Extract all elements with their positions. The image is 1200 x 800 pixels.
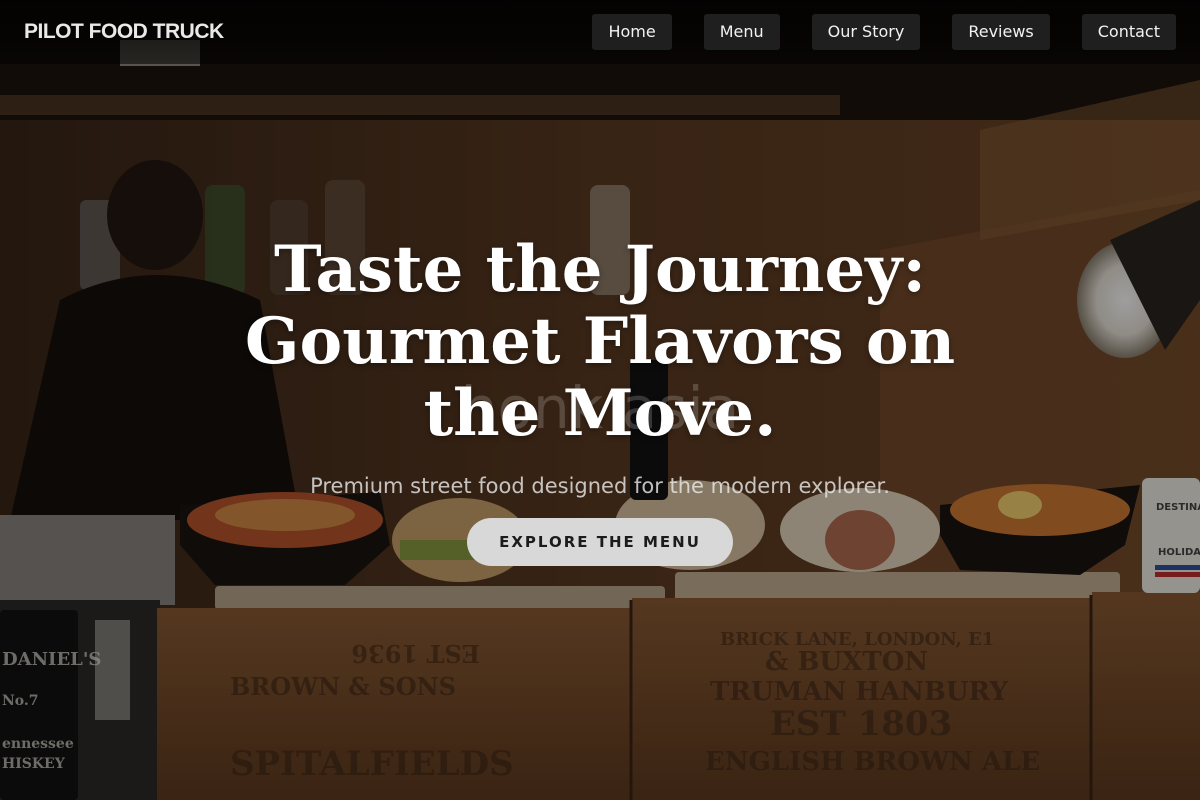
nav-item-reviews[interactable]: Reviews — [952, 14, 1050, 50]
nav-item-our-story[interactable]: Our Story — [811, 14, 921, 50]
nav-item-contact[interactable]: Contact — [1081, 14, 1176, 50]
hero-headline: Taste the Journey: Gourmet Flavors on th… — [244, 232, 956, 451]
top-navigation-bar: PILOT FOOD TRUCK Home Menu Our Story Rev… — [0, 0, 1200, 64]
brand-logo[interactable]: PILOT FOOD TRUCK — [24, 20, 224, 44]
hero-tagline: Premium street food designed for the mod… — [310, 474, 890, 498]
explore-menu-button[interactable]: EXPLORE THE MENU — [467, 518, 733, 566]
hero-section: EST 1936 BROWN & SONS SPITALFIELDS BRICK… — [0, 0, 1200, 800]
nav-item-home[interactable]: Home — [592, 14, 672, 50]
main-nav: Home Menu Our Story Reviews Contact — [592, 14, 1176, 50]
nav-item-menu[interactable]: Menu — [703, 14, 780, 50]
hero-content: honk asia Taste the Journey: Gourmet Fla… — [0, 234, 1200, 566]
